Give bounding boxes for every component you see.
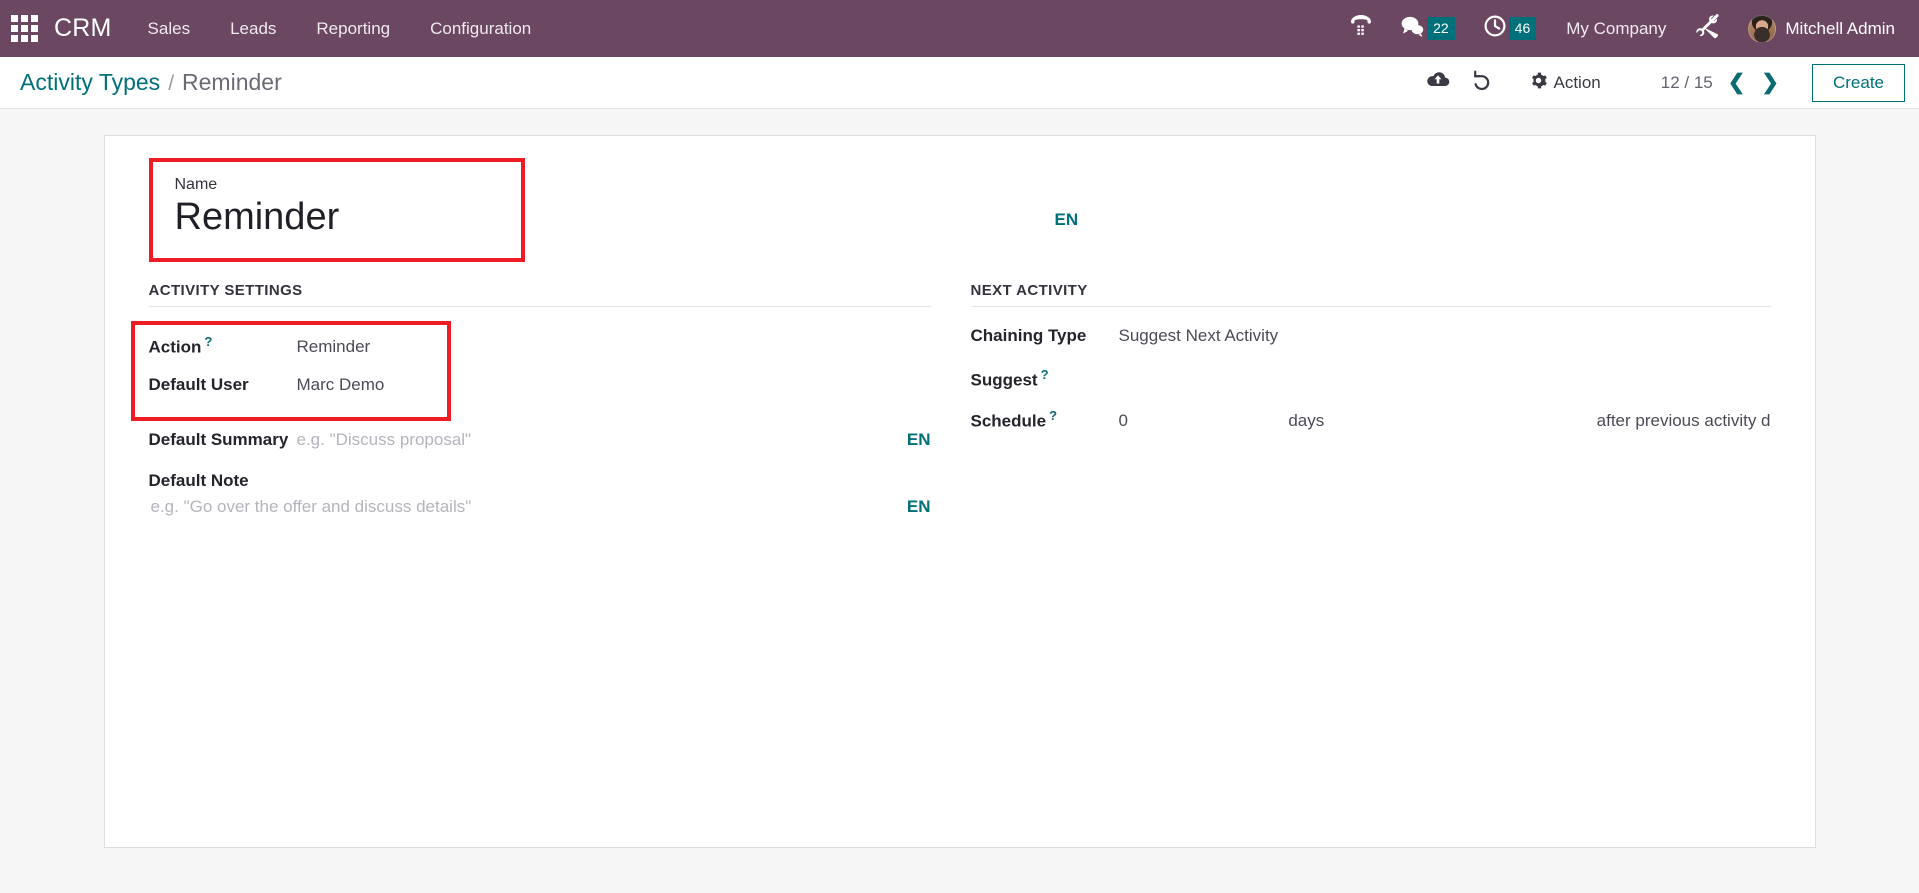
activities-counter: 46 [1508, 17, 1537, 40]
activity-settings-title: ACTIVITY SETTINGS [148, 282, 931, 307]
name-translate-badge[interactable]: EN [1055, 210, 1079, 230]
save-button[interactable] [1416, 65, 1460, 101]
schedule-label: Schedule? [970, 407, 1058, 431]
next-activity-group: NEXT ACTIVITY Chaining Type Suggest Next… [970, 282, 1771, 517]
apps-grid-icon[interactable] [8, 13, 40, 45]
breadcrumb: Activity Types / Reminder [20, 69, 282, 96]
create-button[interactable]: Create [1811, 63, 1905, 102]
messages-counter: 22 [1427, 17, 1455, 40]
chevron-left-icon[interactable]: ❮ [1723, 72, 1751, 93]
control-panel-actions: Action 12 / 15 ❮ ❯ Create [1416, 63, 1905, 102]
record-pager: 12 / 15 ❮ ❯ [1657, 71, 1784, 95]
chaining-type-value[interactable]: Suggest Next Activity [1119, 326, 1279, 346]
action-menu-label: Action [1553, 72, 1601, 92]
default-note-label-row: Default Note [149, 466, 931, 491]
default-user-value[interactable]: Marc Demo [297, 375, 385, 395]
field-row-suggest: Suggest? [971, 362, 1771, 403]
form-page-background: Name Reminder EN ACTIVITY SETTINGS Actio… [0, 109, 1919, 893]
action-label: Action? [148, 333, 213, 357]
next-activity-title: NEXT ACTIVITY [970, 282, 1771, 307]
default-summary-input[interactable]: e.g. "Discuss proposal" [297, 430, 472, 450]
default-note-input[interactable]: e.g. "Go over the offer and discuss deta… [149, 497, 472, 517]
top-navbar: CRM Sales Leads Reporting Configuration [0, 0, 1919, 57]
field-row-chaining-type: Chaining Type Suggest Next Activity [971, 321, 1771, 362]
name-label: Name [174, 176, 218, 193]
discard-button[interactable] [1460, 65, 1504, 101]
default-user-label: Default User [148, 374, 249, 394]
form-sheet: Name Reminder EN ACTIVITY SETTINGS Actio… [103, 135, 1816, 848]
schedule-delay-unit-select[interactable]: days [1288, 411, 1596, 431]
name-field-highlight: Name Reminder [148, 158, 525, 262]
app-brand-crm[interactable]: CRM [48, 14, 128, 43]
action-help-icon[interactable]: ? [204, 334, 212, 349]
default-note-label: Default Note [148, 470, 249, 490]
messages-button[interactable]: 22 [1386, 0, 1469, 57]
activities-button[interactable]: 46 [1469, 0, 1551, 57]
field-row-default-note: Default Note e.g. "Go over the offer and… [149, 466, 931, 517]
suggest-help-icon[interactable]: ? [1041, 367, 1049, 382]
action-value[interactable]: Reminder [297, 337, 371, 357]
avatar [1748, 14, 1777, 43]
default-note-translate-badge[interactable]: EN [907, 497, 931, 517]
chat-bubble-icon [1400, 14, 1425, 43]
action-menu-button[interactable]: Action [1518, 66, 1617, 100]
menu-item-sales[interactable]: Sales [128, 0, 211, 57]
schedule-delay-from-select[interactable]: after previous activity d [1597, 411, 1771, 431]
field-row-default-user: Default User Marc Demo [149, 370, 433, 411]
default-summary-label: Default Summary [148, 429, 289, 449]
menu-item-reporting[interactable]: Reporting [296, 0, 410, 57]
action-and-user-highlight: Action? Reminder Default User Marc Demo [130, 320, 451, 421]
schedule-help-icon[interactable]: ? [1049, 408, 1057, 423]
field-row-action: Action? Reminder [149, 329, 433, 370]
default-summary-translate-badge[interactable]: EN [907, 430, 931, 450]
cloud-upload-icon [1426, 70, 1450, 95]
clock-icon [1483, 14, 1507, 43]
name-input[interactable]: Reminder [175, 196, 499, 240]
field-row-default-summary: Default Summary e.g. "Discuss proposal" … [149, 425, 931, 466]
pager-value[interactable]: 12 / 15 [1657, 71, 1717, 95]
gear-icon [1530, 72, 1547, 94]
field-row-schedule: Schedule? 0 days after previous activity… [971, 403, 1771, 444]
user-menu[interactable]: Mitchell Admin [1736, 0, 1905, 57]
menu-item-leads[interactable]: Leads [210, 0, 296, 57]
default-note-input-row: e.g. "Go over the offer and discuss deta… [149, 491, 931, 517]
form-groups: ACTIVITY SETTINGS Action? Reminder Defau… [130, 282, 1771, 517]
wrench-screwdriver-icon [1696, 13, 1722, 44]
phone-dialpad-icon [1350, 14, 1372, 43]
user-name-label: Mitchell Admin [1785, 18, 1895, 38]
navbar-right-group: 22 46 My Company Mitchell Admin [1336, 0, 1905, 57]
breadcrumb-separator: / [168, 72, 175, 95]
activity-settings-group: ACTIVITY SETTINGS Action? Reminder Defau… [130, 282, 931, 517]
menu-item-configuration[interactable]: Configuration [410, 0, 551, 57]
suggest-label: Suggest? [970, 366, 1049, 390]
chaining-type-label: Chaining Type [970, 325, 1087, 345]
breadcrumb-item-activity-types[interactable]: Activity Types [20, 69, 160, 96]
developer-tools-button[interactable] [1682, 0, 1736, 57]
control-panel: Activity Types / Reminder Action 12 / 15… [0, 57, 1919, 109]
voip-button[interactable] [1336, 0, 1386, 57]
chevron-right-icon[interactable]: ❯ [1756, 72, 1784, 93]
undo-icon [1471, 69, 1493, 96]
company-switcher[interactable]: My Company [1550, 0, 1682, 57]
breadcrumb-current-record: Reminder [182, 69, 282, 95]
schedule-delay-count-input[interactable]: 0 [1119, 411, 1289, 431]
name-field-row: Name Reminder EN [148, 158, 1771, 262]
